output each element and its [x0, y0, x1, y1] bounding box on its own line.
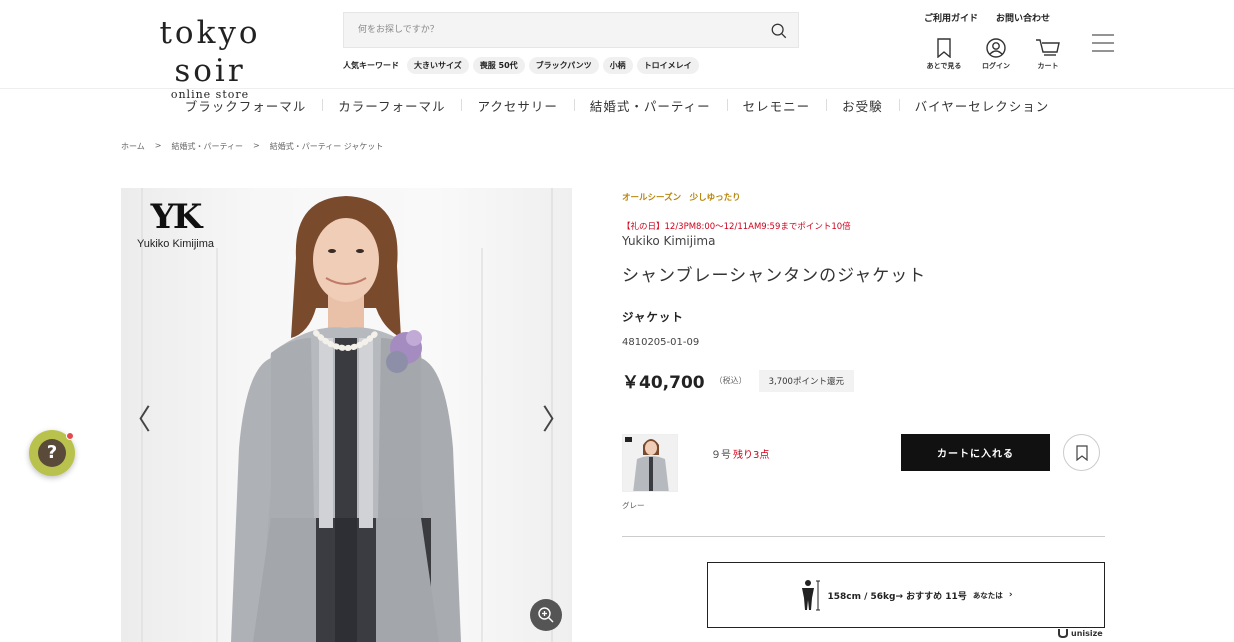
nav-black-formal[interactable]: ブラックフォーマル	[169, 96, 323, 115]
size-label: ９号	[711, 450, 731, 461]
bookmark-icon	[937, 38, 951, 58]
next-image-arrow-icon[interactable]: 〉	[542, 398, 570, 438]
bookmark-icon	[1075, 444, 1088, 461]
nav-color-formal[interactable]: カラーフォーマル	[322, 96, 461, 115]
brand-logo-name: Yukiko Kimijima	[137, 238, 215, 250]
watch-later-button[interactable]: あとで見る	[918, 38, 970, 71]
question-icon: ?	[38, 439, 66, 467]
zoom-button[interactable]	[530, 599, 562, 631]
bookmark-button[interactable]	[1063, 434, 1100, 471]
product-image[interactable]: YK Yukiko Kimijima 〈 〉	[121, 188, 572, 642]
product-category: ジャケット	[622, 310, 684, 324]
breadcrumb-category[interactable]: 結婚式・パーティー	[171, 141, 243, 152]
product-price: ￥40,700	[622, 373, 705, 393]
prev-image-arrow-icon[interactable]: 〈	[123, 398, 151, 438]
guide-link[interactable]: ご利用ガイド	[924, 11, 978, 24]
section-divider	[622, 536, 1105, 537]
header-divider	[0, 88, 1234, 89]
breadcrumb-separator: >	[154, 141, 162, 150]
login-label: ログイン	[982, 62, 1010, 70]
recommendation-you: あなたは	[972, 590, 1003, 600]
keyword-tag[interactable]: トロイメレイ	[636, 57, 699, 74]
size-option[interactable]: ９号 残り3点	[711, 446, 769, 461]
brand-logo-mark: YK	[150, 197, 203, 237]
keyword-tag[interactable]: 大きいサイズ	[407, 57, 469, 74]
logo-text: tokyo soir	[159, 15, 261, 89]
contact-link[interactable]: お問い合わせ	[996, 11, 1050, 24]
search-icon[interactable]	[770, 22, 788, 40]
help-chat-button[interactable]: ?	[29, 430, 75, 476]
tax-note: （税込）	[714, 376, 747, 385]
recommendation-text: 158cm / 56kg→ おすすめ 11号	[827, 591, 967, 602]
nav-wedding-party[interactable]: 結婚式・パーティー	[573, 96, 727, 115]
breadcrumb-current: 結婚式・パーティー ジャケット	[269, 142, 384, 151]
category-nav: ブラックフォーマル カラーフォーマル アクセサリー 結婚式・パーティー セレモニ…	[0, 96, 1234, 115]
unisize-logo-text: unisize	[1071, 628, 1103, 638]
watch-later-label: あとで見る	[926, 62, 962, 70]
cart-button[interactable]: カート	[1022, 38, 1074, 71]
color-swatch[interactable]	[622, 434, 678, 492]
color-label: グレー	[622, 501, 645, 510]
keywords-label: 人気キーワード	[343, 61, 399, 70]
notification-dot	[66, 432, 74, 440]
zoom-in-icon	[538, 607, 554, 623]
keyword-tag[interactable]: ブラックパンツ	[528, 57, 599, 74]
unisize-logo-icon	[1058, 629, 1068, 638]
person-icon	[802, 580, 821, 611]
popular-keywords: 人気キーワード 大きいサイズ 喪服 50代 ブラックパンツ 小柄 トロイメレイ	[343, 57, 699, 74]
stock-status: 残り3点	[733, 450, 770, 461]
product-brand[interactable]: Yukiko Kimijima	[622, 234, 715, 248]
breadcrumb: ホーム > 結婚式・パーティー > 結婚式・パーティー ジャケット	[121, 141, 383, 152]
nav-accessory[interactable]: アクセサリー	[461, 96, 573, 115]
utility-links: ご利用ガイド お問い合わせ	[924, 11, 1050, 24]
nav-ceremony[interactable]: セレモニー	[726, 96, 827, 115]
keyword-tag[interactable]: 喪服 50代	[472, 57, 525, 74]
cart-label: カート	[1037, 62, 1059, 70]
user-icon	[986, 38, 1006, 58]
swatch-thumbnail	[623, 435, 677, 491]
model-photo	[141, 188, 553, 642]
breadcrumb-home[interactable]: ホーム	[121, 141, 145, 152]
search-bar	[343, 12, 799, 48]
hamburger-menu-icon[interactable]	[1091, 33, 1115, 53]
unisize-logo: unisize	[1058, 628, 1103, 638]
nav-buyer-selection[interactable]: バイヤーセレクション	[898, 96, 1066, 115]
keyword-tag[interactable]: 小柄	[602, 57, 633, 74]
size-recommendation-box[interactable]: 158cm / 56kg→ おすすめ 11号 あなたは ›	[707, 562, 1105, 628]
product-tags: オールシーズン 少しゆったり	[622, 193, 741, 203]
cart-icon	[1036, 39, 1060, 56]
search-input[interactable]	[344, 13, 744, 47]
header-icons: あとで見る ログイン カート	[918, 38, 1074, 71]
login-button[interactable]: ログイン	[970, 38, 1022, 71]
chevron-right-icon: ›	[1008, 590, 1013, 600]
breadcrumb-separator: >	[253, 141, 260, 150]
nav-exam[interactable]: お受験	[826, 96, 899, 115]
product-title: シャンブレーシャンタンのジャケット	[622, 266, 927, 286]
brand-logo: YK Yukiko Kimijima	[137, 198, 214, 250]
product-code: 4810205-01-09	[622, 337, 700, 348]
promo-text: 【礼の日】12/3PM8:00〜12/11AM9:59までポイント10倍	[622, 222, 851, 232]
points-badge: 3,700ポイント還元	[758, 369, 854, 392]
price-row: ￥40,700 （税込） 3,700ポイント還元	[622, 368, 854, 393]
add-to-cart-button[interactable]: カートに入れる	[901, 434, 1050, 471]
